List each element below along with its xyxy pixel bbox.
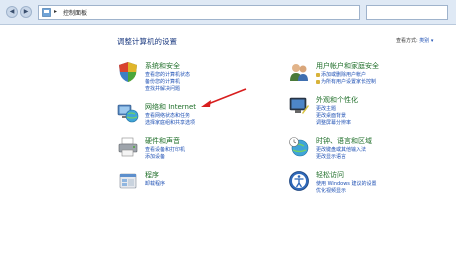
category-link[interactable]: 调整屏幕分辨率	[316, 119, 351, 126]
category-heading[interactable]: 硬件和声音	[145, 136, 180, 146]
breadcrumb-control-panel[interactable]: 控制面板	[63, 8, 87, 17]
category-link[interactable]: 查看网络状态和任务	[145, 112, 190, 119]
category-link[interactable]: 选择家庭组和共享选项	[145, 119, 195, 126]
appearance-icon	[289, 97, 309, 114]
category-link[interactable]: 更改桌面背景	[316, 112, 346, 119]
view-by-dropdown[interactable]: 类别 ▾	[419, 38, 433, 44]
category-link[interactable]: 查找并解决问题	[145, 85, 180, 92]
accessibility-icon	[289, 171, 309, 191]
category-link[interactable]: 更改主题	[316, 105, 336, 112]
address-bar-area: ◀ ▶ ▸ 控制面板	[0, 0, 456, 25]
annotation-arrow	[201, 88, 247, 107]
address-separator: ▸	[54, 8, 58, 15]
category-link[interactable]: 使用 Windows 建议的设置	[316, 180, 377, 187]
printer-icon	[118, 137, 138, 157]
category-link[interactable]: 备份您的计算机	[145, 78, 180, 85]
search-input[interactable]	[366, 5, 448, 20]
category-heading[interactable]: 轻松访问	[316, 170, 344, 180]
forward-button[interactable]: ▶	[20, 6, 32, 18]
control-panel-icon	[42, 8, 51, 17]
category-heading[interactable]: 网络和 Internet	[145, 102, 196, 112]
category-link[interactable]: 添加或删除用户帐户	[316, 71, 366, 78]
category-heading[interactable]: 程序	[145, 170, 159, 180]
category-link[interactable]: 添加设备	[145, 153, 165, 160]
category-link[interactable]: 优化视频显示	[316, 187, 346, 194]
back-button[interactable]: ◀	[6, 6, 18, 18]
address-field[interactable]: ▸ 控制面板	[38, 5, 360, 20]
clock-globe-icon	[289, 137, 309, 157]
programs-icon	[119, 173, 137, 189]
page-title: 调整计算机的设置	[117, 37, 177, 46]
category-link[interactable]: 查看设备和打印机	[145, 146, 185, 153]
users-icon	[290, 64, 308, 81]
category-link[interactable]: 更改键盘或其他输入法	[316, 146, 366, 153]
view-by-label: 查看方式:	[396, 38, 418, 44]
category-link[interactable]: 更改显示语言	[316, 153, 346, 160]
category-heading[interactable]: 系统和安全	[145, 61, 180, 71]
view-by: 查看方式: 类别 ▾	[396, 37, 433, 44]
category-link[interactable]: 为所有用户设置家长控制	[316, 78, 376, 85]
category-link[interactable]: 卸载程序	[145, 180, 165, 187]
shield-icon	[119, 62, 137, 82]
category-heading[interactable]: 时钟、语言和区域	[316, 136, 372, 146]
network-globe-icon	[117, 104, 139, 123]
category-link[interactable]: 查看您的计算机状态	[145, 71, 190, 78]
category-heading[interactable]: 外观和个性化	[316, 95, 358, 105]
category-heading[interactable]: 用户帐户和家庭安全	[316, 61, 379, 71]
